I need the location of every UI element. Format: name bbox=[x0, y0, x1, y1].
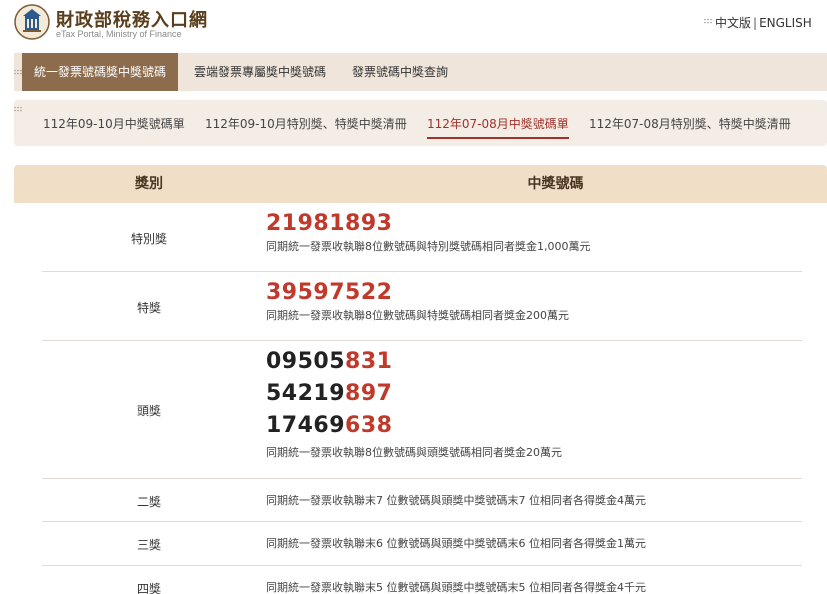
grip-dots-icon bbox=[14, 106, 22, 112]
lang-en-link[interactable]: ENGLISH bbox=[759, 16, 812, 30]
number-suffix: 831 bbox=[345, 349, 393, 374]
prize-content: 39597522 同期統一發票收執聯8位數號碼與特獎號碼相同者獎金200萬元 bbox=[266, 280, 802, 324]
prize-description: 同期統一發票收執聯8位數號碼與頭獎號碼相同者獎金20萬元 bbox=[266, 446, 562, 459]
period-tabs: 112年09-10月中獎號碼單 112年09-10月特別獎、特獎中獎清冊 112… bbox=[14, 100, 827, 146]
grip-dots-icon bbox=[14, 69, 22, 75]
tab-112-0708-special-list[interactable]: 112年07-08月特別獎、特獎中獎清冊 bbox=[589, 115, 791, 132]
lang-separator: | bbox=[753, 16, 758, 30]
number-prefix: 17469 bbox=[266, 413, 346, 438]
table-row-grand-prize: 特獎 39597522 同期統一發票收執聯8位數號碼與特獎號碼相同者獎金200萬… bbox=[42, 272, 802, 341]
header-prize: 獎別 bbox=[135, 176, 163, 192]
prize-description: 同期統一發票收執聯末5 位數號碼與頭獎中獎號碼末5 位相同者各得獎金4千元 bbox=[266, 581, 646, 594]
prize-label: 三獎 bbox=[136, 538, 161, 552]
table-row-special-prize: 特別獎 21981893 同期統一發票收執聯8位數號碼與特別獎號碼相同者獎金1,… bbox=[42, 203, 802, 272]
prize-description: 同期統一發票收執聯8位數號碼與特別獎號碼相同者獎金1,000萬元 bbox=[266, 240, 591, 253]
number-suffix: 897 bbox=[345, 381, 393, 406]
prize-description: 同期統一發票收執聯末7 位數號碼與頭獎中獎號碼末7 位相同者各得獎金4萬元 bbox=[266, 494, 646, 507]
mainnav-invoice-winning-numbers[interactable]: 統一發票號碼獎中獎號碼 bbox=[22, 53, 179, 91]
table-row-fourth-prize: 四獎 同期統一發票收執聯末5 位數號碼與頭獎中獎號碼末5 位相同者各得獎金4千元 bbox=[42, 566, 802, 594]
header-winning-number: 中獎號碼 bbox=[527, 176, 584, 192]
language-switcher: 中文版 | ENGLISH bbox=[715, 14, 812, 31]
table-row-first-prize: 頭獎 09505831 54219897 17469638 同期統一發票收執聯8… bbox=[42, 341, 802, 479]
prize-label: 特獎 bbox=[136, 301, 161, 315]
prize-label: 頭獎 bbox=[136, 404, 161, 418]
winning-number: 21981893 bbox=[266, 211, 393, 236]
prize-content: 同期統一發票收執聯末5 位數號碼與頭獎中獎號碼末5 位相同者各得獎金4千元 bbox=[266, 580, 802, 594]
tab-112-0910-numbers[interactable]: 112年09-10月中獎號碼單 bbox=[43, 115, 185, 132]
prize-label: 特別獎 bbox=[130, 232, 167, 246]
table-header: 獎別 中獎號碼 bbox=[14, 165, 827, 203]
number-suffix: 638 bbox=[345, 413, 393, 438]
tab-112-0708-numbers[interactable]: 112年07-08月中獎號碼單 bbox=[427, 115, 569, 139]
prize-description: 同期統一發票收執聯末6 位數號碼與頭獎中獎號碼末6 位相同者各得獎金1萬元 bbox=[266, 537, 646, 550]
prize-content: 同期統一發票收執聯末7 位數號碼與頭獎中獎號碼末7 位相同者各得獎金4萬元 bbox=[266, 493, 802, 509]
winning-number: 17469638 bbox=[266, 413, 802, 439]
site-header: 財政部稅務入口網 eTax Portal, Ministry of Financ… bbox=[0, 0, 827, 52]
prize-content: 21981893 同期統一發票收執聯8位數號碼與特別獎號碼相同者獎金1,000萬… bbox=[266, 211, 802, 255]
number-prefix: 54219 bbox=[266, 381, 346, 406]
prize-content: 同期統一發票收執聯末6 位數號碼與頭獎中獎號碼末6 位相同者各得獎金1萬元 bbox=[266, 536, 802, 552]
main-nav: 統一發票號碼獎中獎號碼 雲端發票專屬獎中獎號碼 發票號碼中獎查詢 bbox=[14, 53, 827, 91]
prize-label: 四獎 bbox=[136, 582, 161, 594]
winning-numbers-table: 獎別 中獎號碼 特別獎 21981893 同期統一發票收執聯8位數號碼與特別獎號… bbox=[14, 165, 827, 594]
prize-description: 同期統一發票收執聯8位數號碼與特獎號碼相同者獎金200萬元 bbox=[266, 309, 569, 322]
winning-number: 09505831 bbox=[266, 349, 802, 375]
table-row-third-prize: 三獎 同期統一發票收執聯末6 位數號碼與頭獎中獎號碼末6 位相同者各得獎金1萬元 bbox=[42, 522, 802, 566]
mainnav-invoice-check[interactable]: 發票號碼中獎查詢 bbox=[340, 53, 460, 91]
tab-112-0910-special-list[interactable]: 112年09-10月特別獎、特獎中獎清冊 bbox=[205, 115, 407, 132]
prize-content: 09505831 54219897 17469638 同期統一發票收執聯8位數號… bbox=[266, 349, 802, 461]
winning-number: 54219897 bbox=[266, 381, 802, 407]
mainnav-cloud-invoice-numbers[interactable]: 雲端發票專屬獎中獎號碼 bbox=[182, 53, 338, 91]
prize-label: 二獎 bbox=[136, 495, 161, 509]
lang-zh-link[interactable]: 中文版 bbox=[715, 16, 751, 30]
winning-number: 39597522 bbox=[266, 280, 393, 305]
grip-dots-icon bbox=[704, 18, 712, 24]
ministry-emblem-icon[interactable] bbox=[14, 4, 50, 40]
table-row-second-prize: 二獎 同期統一發票收執聯末7 位數號碼與頭獎中獎號碼末7 位相同者各得獎金4萬元 bbox=[42, 479, 802, 522]
site-subtitle: eTax Portal, Ministry of Finance bbox=[56, 29, 182, 39]
number-prefix: 09505 bbox=[266, 349, 346, 374]
